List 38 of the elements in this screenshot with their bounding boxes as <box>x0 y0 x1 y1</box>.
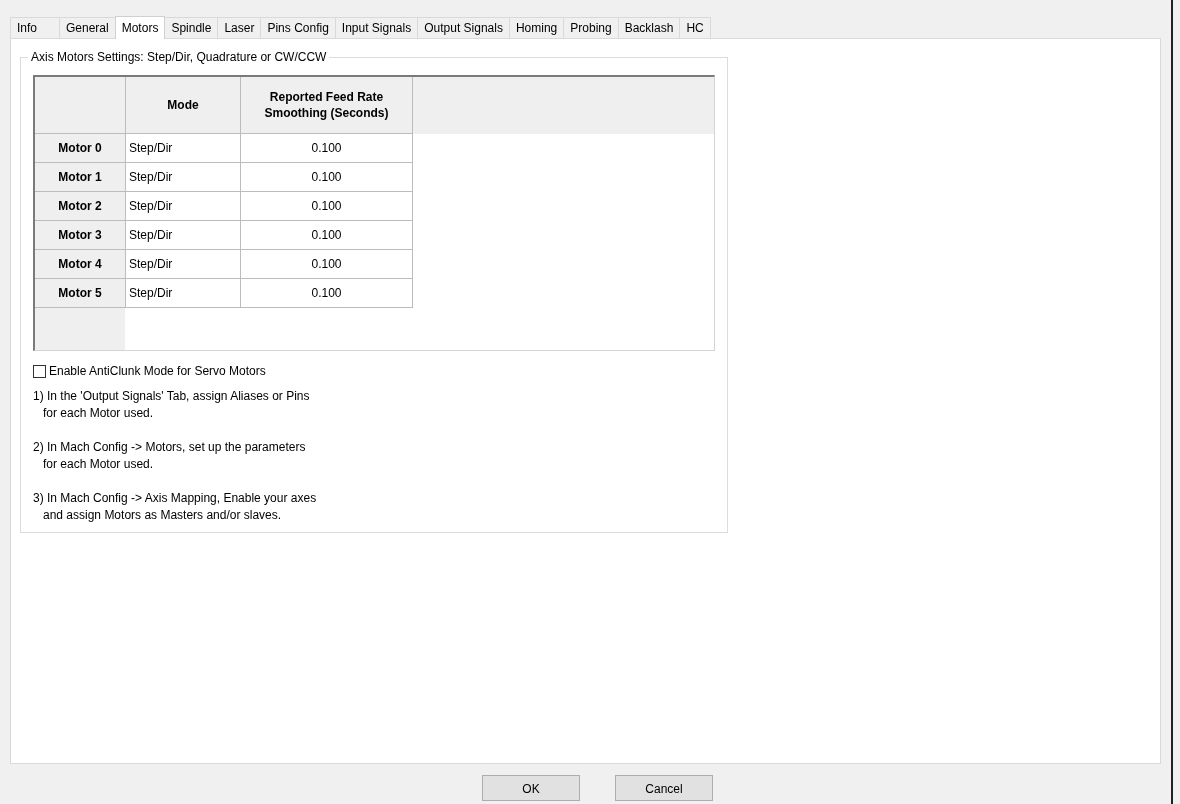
table-cell: 0.100 <box>240 220 413 250</box>
tab[interactable]: Motors <box>114 16 166 39</box>
tab[interactable]: HC <box>679 17 711 38</box>
anticlunk-checkbox[interactable]: Enable AntiClunk Mode for Servo Motors <box>33 364 715 378</box>
tab[interactable]: Spindle <box>164 17 219 38</box>
dialog-button[interactable]: OK <box>482 775 580 801</box>
tab[interactable]: Pins Config <box>260 17 336 38</box>
column-header: Reported Feed Rate Smoothing (Seconds) <box>240 77 413 134</box>
row-header: Motor 3 <box>35 220 126 250</box>
row-header: Motor 5 <box>35 278 126 308</box>
table-cell: 0.100 <box>240 278 413 308</box>
tab[interactable]: Probing <box>563 17 619 38</box>
instruction-text: 2) In Mach Config -> Motors, set up the parameters for each Motor used. <box>33 439 307 473</box>
tab[interactable]: Input Signals <box>334 17 419 38</box>
instruction-text: 1) In the 'Output Signals' Tab, assign Aliases or Pins for each Motor used. <box>33 388 311 422</box>
instruction-text: 3) In Mach Config -> Axis Mapping, Enable your axes and assign Motors as Masters and/or slaves. <box>33 490 318 524</box>
tab[interactable]: Homing <box>508 17 565 38</box>
row-header: Motor 1 <box>35 162 126 192</box>
table-cell: 0.100 <box>240 133 413 163</box>
column-header: Mode <box>125 77 241 134</box>
checkbox-box[interactable] <box>33 364 46 378</box>
row-header: Motor 0 <box>35 133 126 163</box>
row-header: Motor 4 <box>35 249 126 279</box>
dialog-button[interactable]: Cancel <box>615 775 713 801</box>
table-cell: 0.100 <box>240 249 413 279</box>
tab[interactable]: Info <box>10 17 60 38</box>
tab[interactable]: Output Signals <box>417 17 510 38</box>
checkbox-label: Enable AntiClunk Mode for Servo Motors <box>49 364 266 378</box>
table-cell: Step/Dir <box>125 162 241 192</box>
table-cell: Step/Dir <box>125 191 241 221</box>
table-cell: 0.100 <box>240 191 413 221</box>
table-cell: Step/Dir <box>125 133 241 163</box>
table-cell: Step/Dir <box>125 278 241 308</box>
table-cell: Step/Dir <box>125 220 241 250</box>
table-cell: Step/Dir <box>125 249 241 279</box>
row-header: Motor 2 <box>35 191 126 221</box>
group-title: Axis Motors Settings: Step/Dir, Quadrature or CW/CCW <box>28 50 330 64</box>
table-cell: 0.100 <box>240 162 413 192</box>
